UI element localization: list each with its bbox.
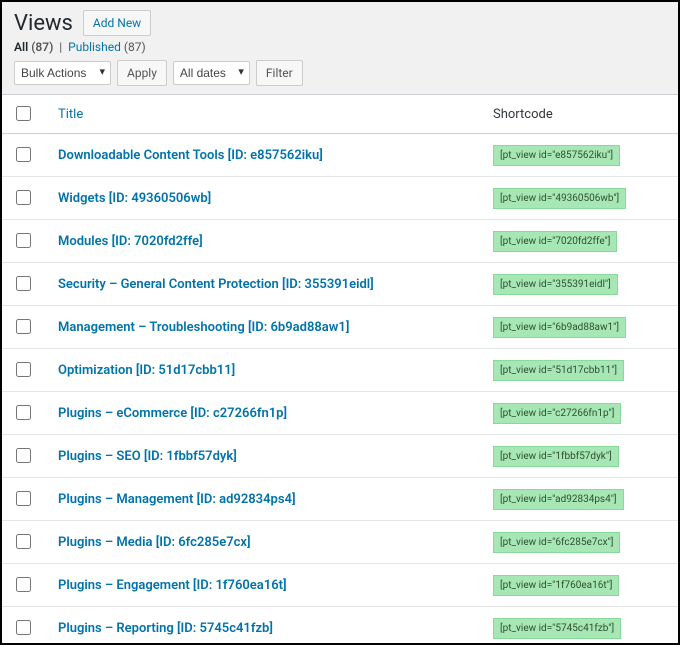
- view-title-link[interactable]: Management – Troubleshooting [ID: 6b9ad8…: [58, 320, 349, 335]
- row-checkbox[interactable]: [16, 319, 31, 334]
- view-title-link[interactable]: Plugins – Management [ID: ad92834ps4]: [58, 492, 296, 507]
- row-checkbox[interactable]: [16, 362, 31, 377]
- shortcode-pill[interactable]: [pt_view id="7020fd2ffe"]: [493, 231, 617, 252]
- filter-all-link[interactable]: All (87): [14, 40, 56, 54]
- table-toolbar: Bulk Actions Apply All dates Filter: [2, 60, 678, 94]
- status-filter-bar: All (87) | Published (87): [2, 40, 678, 60]
- filter-published-count: (87): [124, 40, 146, 54]
- row-checkbox[interactable]: [16, 233, 31, 248]
- table-row: Modules [ID: 7020fd2ffe] [pt_view id="702…: [2, 220, 678, 263]
- view-title-link[interactable]: Widgets [ID: 49360506wb]: [58, 191, 211, 206]
- filter-button[interactable]: Filter: [256, 60, 303, 86]
- shortcode-pill[interactable]: [pt_view id="355391eidl"]: [493, 274, 618, 295]
- table-row: Plugins – Management [ID: ad92834ps4] [pt…: [2, 478, 678, 521]
- table-row: Plugins – Reporting [ID: 5745c41fzb] [pt_…: [2, 607, 678, 645]
- table-row: Plugins – SEO [ID: 1fbbf57dyk] [pt_view i…: [2, 435, 678, 478]
- row-checkbox[interactable]: [16, 534, 31, 549]
- shortcode-pill[interactable]: [pt_view id="51d17cbb11"]: [493, 360, 624, 381]
- shortcode-pill[interactable]: [pt_view id="6fc285e7cx"]: [493, 532, 620, 553]
- row-checkbox[interactable]: [16, 405, 31, 420]
- shortcode-pill[interactable]: [pt_view id="ad92834ps4"]: [493, 489, 624, 510]
- shortcode-pill[interactable]: [pt_view id="6b9ad88aw1"]: [493, 317, 626, 338]
- col-checkbox: [2, 95, 48, 134]
- table-row: Plugins – Media [ID: 6fc285e7cx] [pt_view…: [2, 521, 678, 564]
- view-title-link[interactable]: Plugins – eCommerce [ID: c27266fn1p]: [58, 406, 287, 421]
- row-checkbox[interactable]: [16, 620, 31, 635]
- select-all-checkbox[interactable]: [16, 106, 31, 121]
- table-row: Downloadable Content Tools [ID: e857562i…: [2, 134, 678, 177]
- table-row: Plugins – eCommerce [ID: c27266fn1p] [pt_…: [2, 392, 678, 435]
- view-title-link[interactable]: Plugins – Media [ID: 6fc285e7cx]: [58, 535, 251, 550]
- view-title-link[interactable]: Modules [ID: 7020fd2ffe]: [58, 234, 203, 249]
- shortcode-pill[interactable]: [pt_view id="5745c41fzb"]: [493, 618, 621, 639]
- page-header: Views Add New: [2, 2, 678, 40]
- row-checkbox[interactable]: [16, 276, 31, 291]
- add-new-button[interactable]: Add New: [83, 10, 151, 36]
- table-row: Management – Troubleshooting [ID: 6b9ad8…: [2, 306, 678, 349]
- shortcode-pill[interactable]: [pt_view id="c27266fn1p"]: [493, 403, 621, 424]
- filter-all-count: (87): [31, 40, 53, 54]
- row-checkbox[interactable]: [16, 577, 31, 592]
- col-title[interactable]: Title: [48, 95, 483, 134]
- col-shortcode: Shortcode: [483, 95, 678, 134]
- shortcode-pill[interactable]: [pt_view id="1f760ea16t"]: [493, 575, 619, 596]
- bulk-actions-select[interactable]: Bulk Actions: [14, 61, 111, 85]
- table-row: Widgets [ID: 49360506wb] [pt_view id="493…: [2, 177, 678, 220]
- row-checkbox[interactable]: [16, 491, 31, 506]
- view-title-link[interactable]: Plugins – Reporting [ID: 5745c41fzb]: [58, 621, 273, 636]
- view-title-link[interactable]: Security – General Content Protection [I…: [58, 277, 374, 292]
- row-checkbox[interactable]: [16, 190, 31, 205]
- app-frame: Views Add New All (87) | Published (87) …: [0, 0, 680, 645]
- shortcode-pill[interactable]: [pt_view id="1fbbf57dyk"]: [493, 446, 619, 467]
- filter-all-label: All: [14, 40, 28, 54]
- view-title-link[interactable]: Plugins – Engagement [ID: 1f760ea16t]: [58, 578, 287, 593]
- table-row: Plugins – Engagement [ID: 1f760ea16t] [pt…: [2, 564, 678, 607]
- filter-published-link[interactable]: Published (87): [68, 40, 145, 54]
- views-table: Title Shortcode Downloadable Content Too…: [2, 94, 678, 645]
- table-row: Optimization [ID: 51d17cbb11] [pt_view id…: [2, 349, 678, 392]
- row-checkbox[interactable]: [16, 448, 31, 463]
- row-checkbox[interactable]: [16, 147, 31, 162]
- page-title: Views: [14, 11, 73, 36]
- shortcode-pill[interactable]: [pt_view id="e857562iku"]: [493, 145, 620, 166]
- filter-published-label: Published: [68, 40, 121, 54]
- view-title-link[interactable]: Plugins – SEO [ID: 1fbbf57dyk]: [58, 449, 237, 464]
- shortcode-pill[interactable]: [pt_view id="49360506wb"]: [493, 188, 626, 209]
- apply-button[interactable]: Apply: [117, 60, 167, 86]
- view-title-link[interactable]: Downloadable Content Tools [ID: e857562i…: [58, 148, 323, 163]
- table-row: Security – General Content Protection [I…: [2, 263, 678, 306]
- date-filter-select[interactable]: All dates: [173, 61, 250, 85]
- view-title-link[interactable]: Optimization [ID: 51d17cbb11]: [58, 363, 235, 378]
